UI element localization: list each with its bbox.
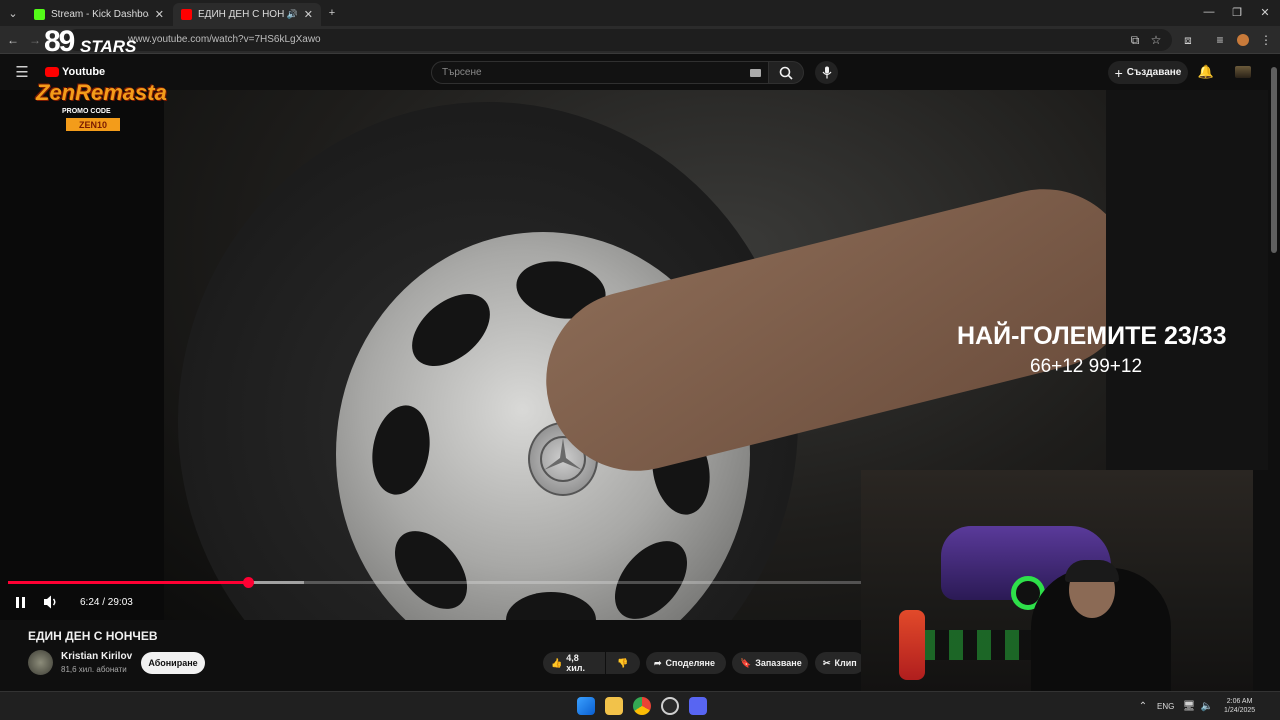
like-count: 4,8 хил. [566, 653, 585, 673]
file-explorer-icon[interactable] [605, 697, 623, 715]
minimize-icon[interactable]: — [1198, 3, 1220, 21]
kick-icon [34, 9, 45, 20]
scissors-icon: ✂ [823, 657, 831, 668]
youtube-icon [181, 9, 192, 20]
tab-title: Stream - Kick Dashboard [51, 9, 149, 20]
share-button[interactable]: ➦ Споделяне [646, 652, 726, 674]
promo-code-label: PROMO CODE [62, 108, 111, 115]
89stars-logo: 89 STARS [44, 25, 137, 58]
rim-hole [365, 400, 437, 500]
rim-hole [506, 592, 596, 620]
url-text: www.youtube.com/watch?v=7HS6kLgXawo [128, 34, 321, 45]
volume-icon [44, 595, 56, 609]
pause-button[interactable] [12, 594, 28, 610]
maximize-icon[interactable]: ❐ [1226, 3, 1248, 21]
video-overlay-subtitle: 66+12 99+12 [1030, 356, 1143, 377]
drink-bottle [899, 610, 925, 680]
promo-brand-title: ZenRemasta [36, 80, 167, 105]
youtube-badge: Youtube [45, 66, 105, 78]
channel-avatar[interactable] [28, 650, 53, 675]
page-scrollbar[interactable] [1268, 55, 1280, 691]
save-button[interactable]: 🔖 Запазване [732, 652, 808, 674]
volume-button[interactable] [42, 594, 60, 610]
time-display: 6:24 / 29:03 [80, 597, 133, 608]
cast-icon[interactable]: ⧉ [1126, 31, 1144, 49]
keyboard-icon[interactable] [750, 69, 761, 77]
clock-date: 1/24/2025 [1224, 707, 1256, 714]
voice-search-button[interactable] [815, 61, 838, 84]
video-overlay-title: НАЙ-ГОЛЕМИТЕ 23/33 [957, 322, 1227, 350]
channel-name[interactable]: Kristian Kirilov [61, 651, 132, 662]
like-button[interactable]: 👍 4,8 хил. [543, 652, 605, 674]
windows-taskbar: ⌃ ENG 🖥 🔈 2:06 AM 1/24/2025 [0, 691, 1280, 720]
obs-icon[interactable] [661, 697, 679, 715]
clock-time: 2:06 AM [1226, 698, 1253, 705]
share-arrow-icon: ➦ [654, 657, 662, 668]
browser-tab-strip: ⌄ Stream - Kick Dashboard ✕ ЕДИН ДЕН С Н… [0, 0, 1280, 26]
create-label: Създаване [1126, 67, 1182, 78]
discord-icon[interactable] [689, 697, 707, 715]
search-icon [779, 66, 793, 80]
windows-start-icon[interactable] [577, 697, 595, 715]
chrome-icon[interactable] [633, 697, 651, 715]
scrollbar-thumb[interactable] [1271, 67, 1277, 253]
notifications-bell-icon[interactable]: 🔔 [1197, 63, 1215, 81]
media-controls-icon[interactable]: ≡ [1211, 31, 1229, 49]
subscribe-button[interactable]: Абониране [141, 652, 205, 674]
streamer-cap [1065, 560, 1119, 582]
bookmark-icon: 🔖 [740, 657, 752, 668]
streamer-webcam [861, 470, 1253, 691]
thumbs-up-icon: 👍 [551, 657, 563, 668]
search-placeholder: Търсене [442, 67, 482, 78]
speaker-icon[interactable]: 🔈 [1198, 697, 1216, 715]
tray-chevron-up-icon[interactable]: ⌃ [1134, 697, 1152, 715]
account-avatar[interactable] [1234, 63, 1252, 81]
subscriber-count: 81,6 хил. абонати [61, 665, 127, 674]
bookmark-star-icon[interactable]: ☆ [1147, 31, 1165, 49]
close-icon[interactable]: ✕ [304, 8, 313, 21]
youtube-header: ☰ Търсене + Създаване 🔔 [0, 55, 1268, 90]
clip-button[interactable]: ✂ Клип [815, 652, 865, 674]
microphone-icon [822, 66, 831, 79]
network-icon[interactable]: 🖥 [1180, 697, 1198, 715]
browser-toolbar: ← → www.youtube.com/watch?v=7HS6kLgXawo … [0, 26, 1280, 54]
search-button[interactable] [768, 61, 804, 84]
tab-youtube-video[interactable]: ЕДИН ДЕН С НОНЧЕВ - Yo 🔊 ✕ [173, 3, 321, 26]
back-icon[interactable]: ← [4, 31, 22, 49]
dislike-button[interactable]: 👎 [606, 652, 640, 674]
tab-kick-dashboard[interactable]: Stream - Kick Dashboard ✕ [26, 3, 172, 26]
video-side-area [1106, 90, 1268, 470]
tab-search-icon[interactable]: ⌄ [4, 4, 22, 22]
video-title: ЕДИН ДЕН С НОНЧЕВ [28, 629, 158, 643]
plus-icon: + [1114, 64, 1123, 81]
thumbs-down-icon: 👎 [617, 657, 629, 668]
audio-playing-icon[interactable]: 🔊 [287, 9, 298, 20]
browser-menu-icon[interactable]: ⋮ [1257, 31, 1275, 49]
rim-hole [600, 527, 702, 620]
close-icon[interactable]: ✕ [155, 8, 164, 21]
progress-played [8, 581, 249, 584]
clock[interactable]: 2:06 AM 1/24/2025 [1224, 697, 1255, 715]
youtube-play-icon [45, 67, 59, 77]
new-tab-icon[interactable]: + [323, 4, 341, 22]
language-indicator[interactable]: ENG [1157, 702, 1174, 711]
promo-code-value: ZEN10 [66, 118, 120, 131]
search-input[interactable]: Търсене [431, 61, 769, 84]
forward-icon[interactable]: → [26, 31, 44, 49]
tab-title: ЕДИН ДЕН С НОНЧЕВ - Yo [198, 9, 284, 20]
profile-avatar-icon[interactable] [1234, 31, 1252, 49]
garage-floor [921, 630, 1041, 660]
rim-hole [380, 517, 482, 620]
rim-hole [398, 279, 504, 381]
create-button[interactable]: + Създаване [1108, 61, 1188, 84]
hamburger-menu-icon[interactable]: ☰ [13, 63, 31, 81]
address-bar[interactable]: www.youtube.com/watch?v=7HS6kLgXawo [66, 29, 1172, 51]
extensions-icon[interactable]: ⧈ [1179, 31, 1197, 49]
window-close-icon[interactable]: ✕ [1254, 3, 1276, 21]
